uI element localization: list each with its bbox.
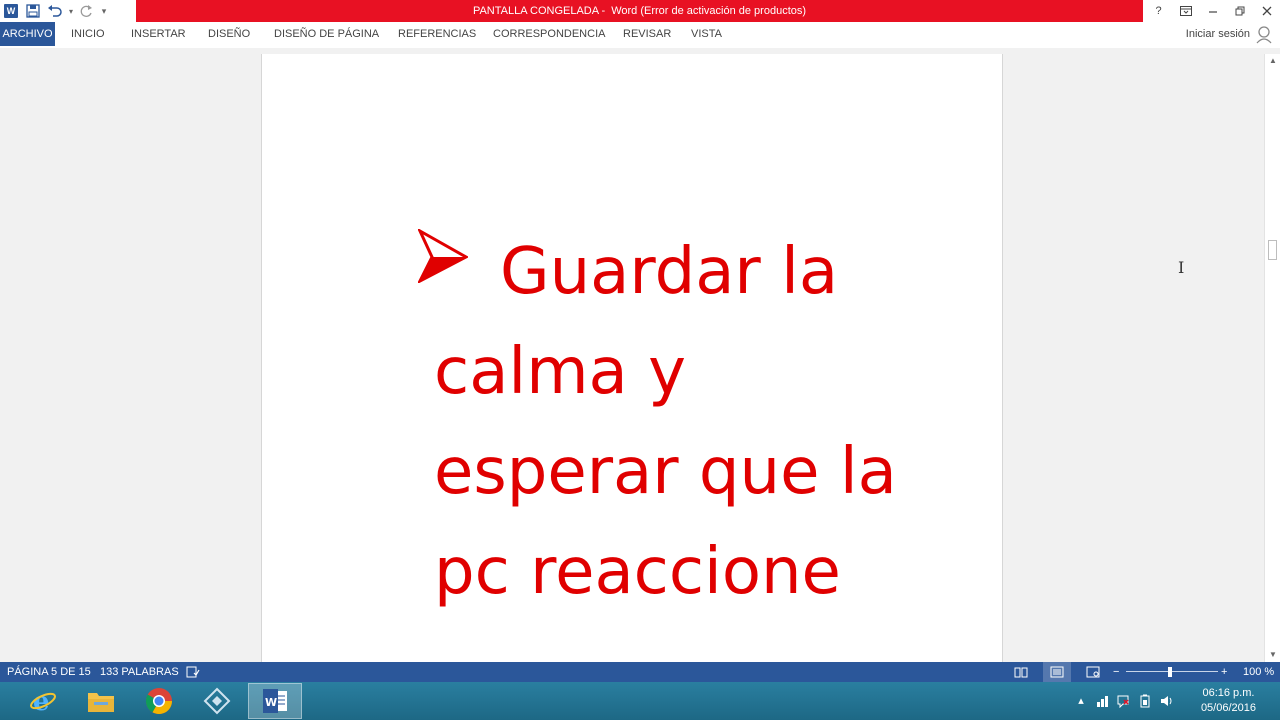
internet-explorer-icon[interactable]: e (16, 683, 70, 719)
tab-diseno[interactable]: DISEÑO (208, 22, 250, 46)
taskbar-clock[interactable]: 06:16 p.m. 05/06/2016 (1201, 686, 1256, 716)
scroll-up-icon[interactable]: ▲ (1265, 54, 1280, 68)
app-title: Word (Error de activación de productos) (611, 5, 807, 17)
system-tray: ▴ 06:16 p.m. 05/06/2016 (1070, 682, 1280, 720)
text-cursor-icon: I (1178, 258, 1185, 277)
status-bar: PÁGINA 5 DE 15 133 PALABRAS − + 100 % (0, 662, 1280, 682)
zoom-out-button[interactable]: − (1113, 662, 1119, 682)
tab-diseno-de-pagina[interactable]: DISEÑO DE PÁGINA (274, 22, 379, 46)
restore-icon[interactable] (1226, 0, 1253, 22)
svg-text:W: W (265, 696, 277, 709)
chrome-icon[interactable] (132, 683, 186, 719)
tab-referencias[interactable]: REFERENCIAS (398, 22, 476, 46)
text-line-4: pc reaccione (434, 535, 841, 609)
word-count[interactable]: 133 PALABRAS (100, 662, 179, 682)
undo-dropdown-icon[interactable]: ▾ (66, 0, 76, 22)
page-indicator[interactable]: PÁGINA 5 DE 15 (7, 662, 91, 682)
tab-archivo[interactable]: ARCHIVO (0, 22, 55, 46)
scroll-thumb[interactable] (1268, 240, 1277, 260)
tab-vista[interactable]: VISTA (691, 22, 722, 46)
sign-in-link[interactable]: Iniciar sesión (1186, 22, 1250, 46)
title-bar: W ▾ ▾ PANTALLA CONGELADA - Word (Error d… (0, 0, 1280, 22)
document-page[interactable]: Guardar la calma y esperar que la pc rea… (261, 54, 1003, 662)
vertical-scrollbar[interactable]: ▲ ▼ (1264, 54, 1280, 662)
zoom-level[interactable]: 100 % (1243, 662, 1274, 682)
ribbon-tabs: ARCHIVO INICIO INSERTAR DISEÑO DISEÑO DE… (0, 22, 1280, 48)
clock-date: 05/06/2016 (1200, 702, 1256, 714)
remote-desktop-icon[interactable] (190, 683, 244, 719)
tab-revisar[interactable]: REVISAR (623, 22, 671, 46)
file-explorer-icon[interactable] (74, 683, 128, 719)
tab-inicio[interactable]: INICIO (71, 22, 105, 46)
battery-icon[interactable] (1138, 694, 1152, 708)
zoom-in-button[interactable]: + (1221, 662, 1227, 682)
text-line-2: calma y (434, 335, 686, 409)
window-title: PANTALLA CONGELADA - Word (Error de acti… (136, 0, 1143, 22)
help-button[interactable]: ? (1145, 0, 1172, 22)
read-mode-icon[interactable] (1014, 662, 1028, 682)
save-icon[interactable] (22, 0, 44, 22)
tab-insertar[interactable]: INSERTAR (131, 22, 186, 46)
web-layout-icon[interactable] (1086, 662, 1100, 682)
word-icon[interactable]: W (248, 683, 302, 719)
svg-text:e: e (33, 687, 50, 715)
text-line-3: esperar que la (434, 435, 897, 509)
user-avatar-icon[interactable] (1256, 24, 1276, 44)
zoom-slider-track[interactable] (1126, 671, 1218, 672)
customize-qat-icon[interactable]: ▾ (98, 0, 110, 22)
clock-time: 06:16 p.m. (1202, 687, 1255, 699)
ribbon-display-options-icon[interactable] (1172, 0, 1199, 22)
zoom-slider-thumb[interactable] (1168, 667, 1172, 677)
bullet-paragraph: Guardar la calma y esperar que la pc rea… (434, 222, 904, 622)
quick-access-toolbar: W ▾ ▾ (0, 0, 110, 22)
show-hidden-icons-icon[interactable]: ▴ (1074, 694, 1088, 708)
text-line-1: Guardar la (500, 235, 839, 309)
proofing-icon[interactable] (186, 662, 200, 682)
document-name: PANTALLA CONGELADA - (472, 5, 606, 17)
network-icon[interactable] (1096, 694, 1110, 708)
action-center-icon[interactable] (1116, 694, 1130, 709)
tab-correspondencia[interactable]: CORRESPONDENCIA (493, 22, 605, 46)
document-area[interactable]: Guardar la calma y esperar que la pc rea… (0, 48, 1264, 662)
volume-icon[interactable] (1160, 694, 1174, 708)
redo-icon[interactable] (76, 0, 98, 22)
undo-icon[interactable] (44, 0, 66, 22)
print-layout-icon[interactable] (1043, 662, 1071, 682)
close-icon[interactable] (1253, 0, 1280, 22)
word-app-icon[interactable]: W (0, 0, 22, 22)
minimize-icon[interactable] (1199, 0, 1226, 22)
scroll-down-icon[interactable]: ▼ (1265, 648, 1280, 662)
window-controls: ? (1145, 0, 1280, 22)
windows-taskbar: e W ▴ 06:16 p.m. 05/06/2016 (0, 682, 1280, 720)
